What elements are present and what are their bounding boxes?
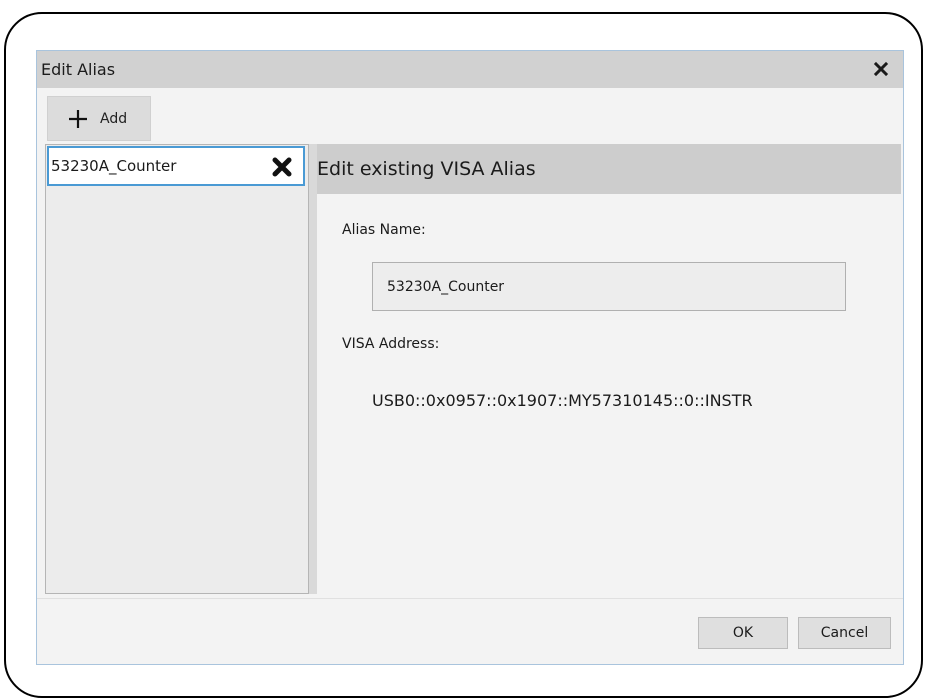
alias-detail-panel: Edit existing VISA Alias Alias Name: VIS…	[317, 144, 901, 594]
dialog-title: Edit Alias	[41, 60, 116, 79]
dialog-toolbar: Add	[37, 88, 903, 141]
visa-address-value: USB0::0x0957::0x1907::MY57310145::0::INS…	[372, 391, 753, 410]
add-button-label: Add	[100, 111, 128, 127]
edit-alias-dialog: Edit Alias Add 53230A_Counter Edit exist…	[36, 50, 904, 665]
delete-icon[interactable]	[271, 156, 293, 178]
detail-header-title: Edit existing VISA Alias	[317, 158, 536, 180]
list-item-label: 53230A_Counter	[51, 157, 177, 175]
visa-address-label: VISA Address:	[342, 336, 440, 352]
detail-header: Edit existing VISA Alias	[317, 144, 901, 194]
alias-list: 53230A_Counter	[45, 144, 309, 594]
panel-splitter[interactable]	[309, 144, 317, 594]
alias-name-field[interactable]	[372, 262, 846, 311]
footer-divider	[37, 598, 903, 599]
cancel-button[interactable]: Cancel	[798, 617, 891, 649]
list-item[interactable]: 53230A_Counter	[47, 146, 305, 186]
dialog-titlebar: Edit Alias	[37, 51, 903, 88]
add-button[interactable]: Add	[47, 96, 151, 141]
ok-button[interactable]: OK	[698, 617, 788, 649]
close-icon[interactable]	[871, 59, 891, 79]
plus-icon	[68, 109, 88, 133]
alias-name-label: Alias Name:	[342, 222, 426, 238]
